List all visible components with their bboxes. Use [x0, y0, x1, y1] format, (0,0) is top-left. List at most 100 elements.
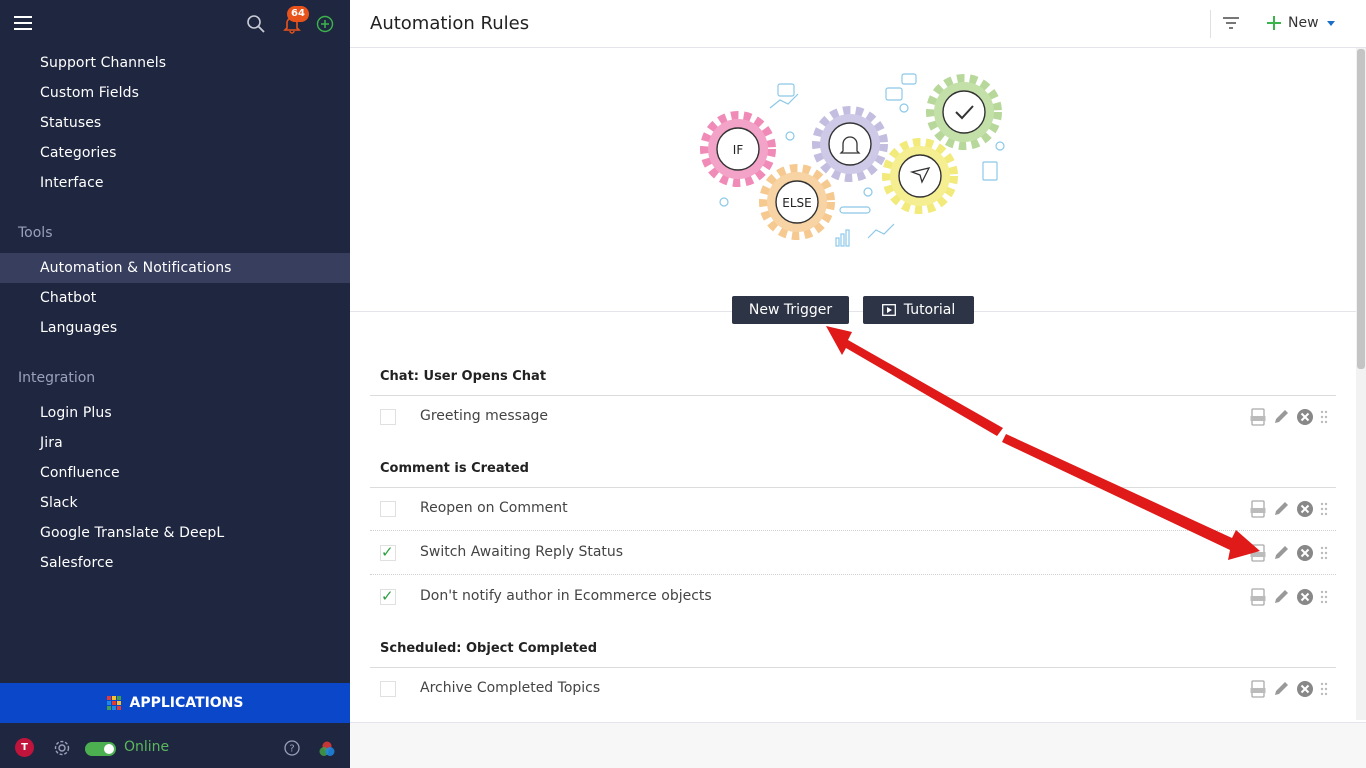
rule-label: Switch Awaiting Reply Status [420, 544, 624, 560]
bottom-bar [350, 722, 1366, 768]
json-export-icon[interactable] [1250, 544, 1266, 562]
scrollbar-thumb[interactable] [1357, 49, 1365, 369]
sidebar-item-statuses[interactable]: Statuses [0, 108, 350, 138]
sidebar-item-slack[interactable]: Slack [0, 488, 350, 518]
header-divider [1210, 10, 1211, 38]
page-header: Automation Rules New [350, 0, 1366, 48]
drag-handle-icon[interactable] [1320, 680, 1328, 698]
sidebar-top-bar: 64 [0, 0, 350, 48]
checkmark-icon: ✓ [381, 587, 394, 605]
rule-checkbox[interactable] [380, 681, 396, 697]
bell-gear [812, 106, 888, 182]
new-button[interactable]: New [1266, 12, 1335, 34]
else-label: ELSE [782, 196, 811, 210]
row-actions [1240, 500, 1330, 518]
sidebar-item-google-translate-deepl[interactable]: Google Translate & DeepL [0, 518, 350, 548]
sidebar-item-languages[interactable]: Languages [0, 313, 350, 343]
applications-grid-icon [106, 696, 121, 710]
json-export-icon[interactable] [1250, 680, 1266, 698]
group-title-chat-user-opens-chat: Chat: User Opens Chat [380, 369, 547, 384]
filter-icon[interactable] [1222, 15, 1240, 31]
drag-handle-icon[interactable] [1320, 588, 1328, 606]
automation-gears-illustration: IF ELSE [700, 73, 1005, 247]
else-gear: ELSE [759, 164, 835, 240]
applications-label: APPLICATIONS [129, 695, 244, 711]
rule-checkbox[interactable] [380, 501, 396, 517]
new-button-label: New [1288, 15, 1319, 31]
svg-text:?: ? [289, 744, 294, 755]
sidebar-item-categories[interactable]: Categories [0, 138, 350, 168]
delete-icon[interactable] [1296, 408, 1314, 426]
table-row[interactable]: Archive Completed Topics [370, 667, 1336, 711]
applications-button[interactable]: APPLICATIONS [0, 683, 350, 723]
sidebar-section-integration: Integration [18, 370, 96, 386]
plus-icon [1267, 16, 1281, 30]
add-circle-icon[interactable] [316, 15, 334, 33]
avatar[interactable]: T [15, 738, 34, 757]
edit-pencil-icon[interactable] [1272, 588, 1290, 606]
sidebar-section-tools: Tools [18, 225, 53, 241]
help-icon[interactable]: ? [284, 740, 300, 756]
rule-label: Greeting message [420, 408, 549, 424]
edit-pencil-icon[interactable] [1272, 408, 1290, 426]
group-title-scheduled-object-completed: Scheduled: Object Completed [380, 641, 598, 656]
sidebar-item-support-channels[interactable]: Support Channels [0, 48, 350, 78]
json-export-icon[interactable] [1250, 588, 1266, 606]
row-actions [1240, 588, 1330, 606]
settings-gear-icon[interactable] [53, 739, 71, 757]
search-icon[interactable] [246, 14, 266, 34]
checkmark-icon: ✓ [381, 543, 394, 561]
delete-icon[interactable] [1296, 588, 1314, 606]
sidebar-footer: T Online ? [0, 728, 350, 768]
rule-label: Archive Completed Topics [420, 680, 601, 696]
json-export-icon[interactable] [1250, 500, 1266, 518]
online-status-label: Online [124, 739, 170, 755]
chevron-down-icon [1326, 20, 1335, 26]
edit-pencil-icon[interactable] [1272, 500, 1290, 518]
sidebar: 64 Support Channels Custom Fields Status… [0, 0, 350, 768]
table-row[interactable]: ✓ Switch Awaiting Reply Status [370, 531, 1336, 575]
sidebar-item-custom-fields[interactable]: Custom Fields [0, 78, 350, 108]
edit-pencil-icon[interactable] [1272, 544, 1290, 562]
if-label: IF [733, 143, 744, 157]
color-theme-icon[interactable] [318, 740, 336, 758]
online-status-toggle[interactable] [85, 742, 116, 756]
video-play-icon [881, 304, 896, 316]
table-row[interactable]: Greeting message [370, 395, 1336, 439]
tutorial-button[interactable]: Tutorial [863, 296, 974, 324]
sidebar-item-jira[interactable]: Jira [0, 428, 350, 458]
notification-count-badge: 64 [287, 6, 309, 22]
tutorial-label: Tutorial [903, 302, 956, 318]
sidebar-item-login-plus[interactable]: Login Plus [0, 398, 350, 428]
send-gear [882, 138, 958, 214]
drag-handle-icon[interactable] [1320, 500, 1328, 518]
hamburger-menu-icon[interactable] [14, 16, 32, 30]
if-gear: IF [700, 111, 776, 187]
section-divider [350, 311, 1356, 312]
json-export-icon[interactable] [1250, 408, 1266, 426]
row-actions [1240, 544, 1330, 562]
sidebar-item-automation-notifications[interactable]: Automation & Notifications [0, 253, 350, 283]
row-actions [1240, 680, 1330, 698]
group-title-comment-is-created: Comment is Created [380, 461, 529, 476]
table-row[interactable]: ✓ Don't notify author in Ecommerce objec… [370, 575, 1336, 619]
sidebar-item-confluence[interactable]: Confluence [0, 458, 350, 488]
table-row[interactable]: Reopen on Comment [370, 487, 1336, 531]
delete-icon[interactable] [1296, 500, 1314, 518]
new-trigger-button[interactable]: New Trigger [732, 296, 849, 324]
delete-icon[interactable] [1296, 544, 1314, 562]
sidebar-item-salesforce[interactable]: Salesforce [0, 548, 350, 578]
sidebar-item-chatbot[interactable]: Chatbot [0, 283, 350, 313]
edit-pencil-icon[interactable] [1272, 680, 1290, 698]
sidebar-item-interface[interactable]: Interface [0, 168, 350, 198]
rule-label: Reopen on Comment [420, 500, 568, 516]
row-actions [1240, 408, 1330, 426]
page-title: Automation Rules [370, 13, 530, 34]
drag-handle-icon[interactable] [1320, 408, 1328, 426]
rule-label: Don't notify author in Ecommerce objects [420, 588, 712, 604]
delete-icon[interactable] [1296, 680, 1314, 698]
main-content: Automation Rules New IF ELSE New Trigger… [350, 0, 1366, 768]
drag-handle-icon[interactable] [1320, 544, 1328, 562]
check-gear [926, 74, 1002, 150]
rule-checkbox[interactable] [380, 409, 396, 425]
